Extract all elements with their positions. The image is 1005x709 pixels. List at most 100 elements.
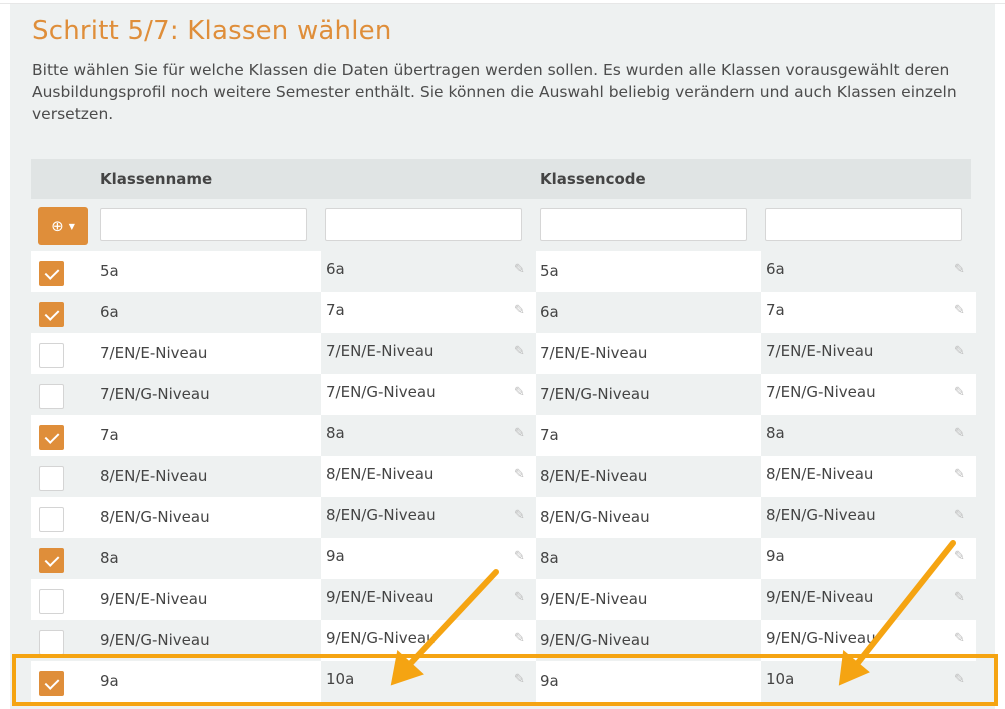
pencil-icon[interactable]: ✎ [954,345,968,359]
target-name-cell[interactable]: 9a ✎ [321,538,536,579]
pencil-icon[interactable]: ✎ [514,427,528,441]
filter-target-name-input[interactable] [325,208,522,241]
row-checkbox[interactable] [39,671,64,696]
target-class-code: 8/EN/G-Niveau [766,506,876,524]
target-name-cell[interactable]: 6a ✎ [321,251,536,292]
plus-circle-icon: ⊕ [51,217,64,235]
target-class-code: 8/EN/E-Niveau [766,465,874,483]
target-name-cell[interactable]: 8a ✎ [321,415,536,456]
row-checkbox[interactable] [39,425,64,450]
target-code-cell[interactable]: 7/EN/G-Niveau ✎ [761,374,976,415]
row-checkbox[interactable] [39,548,64,573]
table-row: 8/EN/E-Niveau 8/EN/E-Niveau ✎ 8/EN/E-Niv… [31,456,976,497]
pencil-icon[interactable]: ✎ [954,263,968,277]
class-name: 8/EN/E-Niveau [100,467,208,485]
table-row: 9a 10a ✎ 9a 10a ✎ [31,661,976,702]
target-class-name: 9a [326,547,345,565]
class-code: 9/EN/E-Niveau [540,590,648,608]
pencil-icon[interactable]: ✎ [514,509,528,523]
pencil-icon[interactable]: ✎ [514,386,528,400]
target-name-cell[interactable]: 9/EN/E-Niveau ✎ [321,579,536,620]
pencil-icon[interactable]: ✎ [514,263,528,277]
table-row: 7/EN/E-Niveau 7/EN/E-Niveau ✎ 7/EN/E-Niv… [31,333,976,374]
row-checkbox[interactable] [39,384,64,409]
header-klassencode: Klassencode [540,170,646,188]
pencil-icon[interactable]: ✎ [514,591,528,605]
target-class-code: 10a [766,670,795,688]
target-code-cell[interactable]: 10a ✎ [761,661,976,702]
row-checkbox[interactable] [39,343,64,368]
target-class-code: 8a [766,424,785,442]
target-class-code: 6a [766,260,785,278]
class-code: 7/EN/G-Niveau [540,385,650,403]
class-name: 8/EN/G-Niveau [100,508,210,526]
target-class-name: 8a [326,424,345,442]
target-code-cell[interactable]: 7/EN/E-Niveau ✎ [761,333,976,374]
filter-code-input[interactable] [540,208,747,241]
class-code: 8/EN/G-Niveau [540,508,650,526]
class-name: 8a [100,549,119,567]
pencil-icon[interactable]: ✎ [514,345,528,359]
target-name-cell[interactable]: 9/EN/G-Niveau ✎ [321,620,536,661]
target-class-name: 7/EN/G-Niveau [326,383,436,401]
pencil-icon[interactable]: ✎ [514,468,528,482]
target-code-cell[interactable]: 8a ✎ [761,415,976,456]
row-checkbox[interactable] [39,630,64,655]
class-name: 7/EN/E-Niveau [100,344,208,362]
pencil-icon[interactable]: ✎ [954,386,968,400]
target-code-cell[interactable]: 8/EN/G-Niveau ✎ [761,497,976,538]
class-name: 7a [100,426,119,444]
row-checkbox[interactable] [39,261,64,286]
page-description: Bitte wählen Sie für welche Klassen die … [32,61,957,123]
pencil-icon[interactable]: ✎ [954,427,968,441]
class-name: 7/EN/G-Niveau [100,385,210,403]
pencil-icon[interactable]: ✎ [514,673,528,687]
target-code-cell[interactable]: 9a ✎ [761,538,976,579]
target-name-cell[interactable]: 7/EN/E-Niveau ✎ [321,333,536,374]
pencil-icon[interactable]: ✎ [514,632,528,646]
table-row: 9/EN/E-Niveau 9/EN/E-Niveau ✎ 9/EN/E-Niv… [31,579,976,620]
class-code: 7/EN/E-Niveau [540,344,648,362]
target-code-cell[interactable]: 9/EN/E-Niveau ✎ [761,579,976,620]
page-title: Schritt 5/7: Klassen wählen [32,16,392,46]
class-code: 8/EN/E-Niveau [540,467,648,485]
target-name-cell[interactable]: 7/EN/G-Niveau ✎ [321,374,536,415]
target-name-cell[interactable]: 8/EN/G-Niveau ✎ [321,497,536,538]
pencil-icon[interactable]: ✎ [954,304,968,318]
class-name: 6a [100,303,119,321]
target-class-code: 9a [766,547,785,565]
pencil-icon[interactable]: ✎ [954,468,968,482]
target-name-cell[interactable]: 10a ✎ [321,661,536,702]
target-code-cell[interactable]: 6a ✎ [761,251,976,292]
class-name: 9/EN/E-Niveau [100,590,208,608]
header-klassenname: Klassenname [100,170,213,188]
target-code-cell[interactable]: 9/EN/G-Niveau ✎ [761,620,976,661]
target-class-code: 7/EN/E-Niveau [766,342,874,360]
pencil-icon[interactable]: ✎ [514,550,528,564]
pencil-icon[interactable]: ✎ [954,632,968,646]
pencil-icon[interactable]: ✎ [514,304,528,318]
row-checkbox[interactable] [39,302,64,327]
pencil-icon[interactable]: ✎ [954,509,968,523]
row-checkbox[interactable] [39,466,64,491]
class-code: 9a [540,672,559,690]
table-row: 7/EN/G-Niveau 7/EN/G-Niveau ✎ 7/EN/G-Niv… [31,374,976,415]
target-code-cell[interactable]: 8/EN/E-Niveau ✎ [761,456,976,497]
table-row: 8a 9a ✎ 8a 9a ✎ [31,538,976,579]
target-name-cell[interactable]: 7a ✎ [321,292,536,333]
pencil-icon[interactable]: ✎ [954,591,968,605]
filter-name-input[interactable] [100,208,307,241]
add-dropdown-button[interactable]: ⊕ ▼ [38,207,88,245]
target-class-code: 9/EN/E-Niveau [766,588,874,606]
target-name-cell[interactable]: 8/EN/E-Niveau ✎ [321,456,536,497]
target-class-code: 7/EN/G-Niveau [766,383,876,401]
pencil-icon[interactable]: ✎ [954,550,968,564]
target-class-name: 8/EN/G-Niveau [326,506,436,524]
target-code-cell[interactable]: 7a ✎ [761,292,976,333]
filter-row: ⊕ ▼ [31,199,971,251]
row-checkbox[interactable] [39,589,64,614]
row-checkbox[interactable] [39,507,64,532]
target-class-name: 8/EN/E-Niveau [326,465,434,483]
pencil-icon[interactable]: ✎ [954,673,968,687]
filter-target-code-input[interactable] [765,208,962,241]
